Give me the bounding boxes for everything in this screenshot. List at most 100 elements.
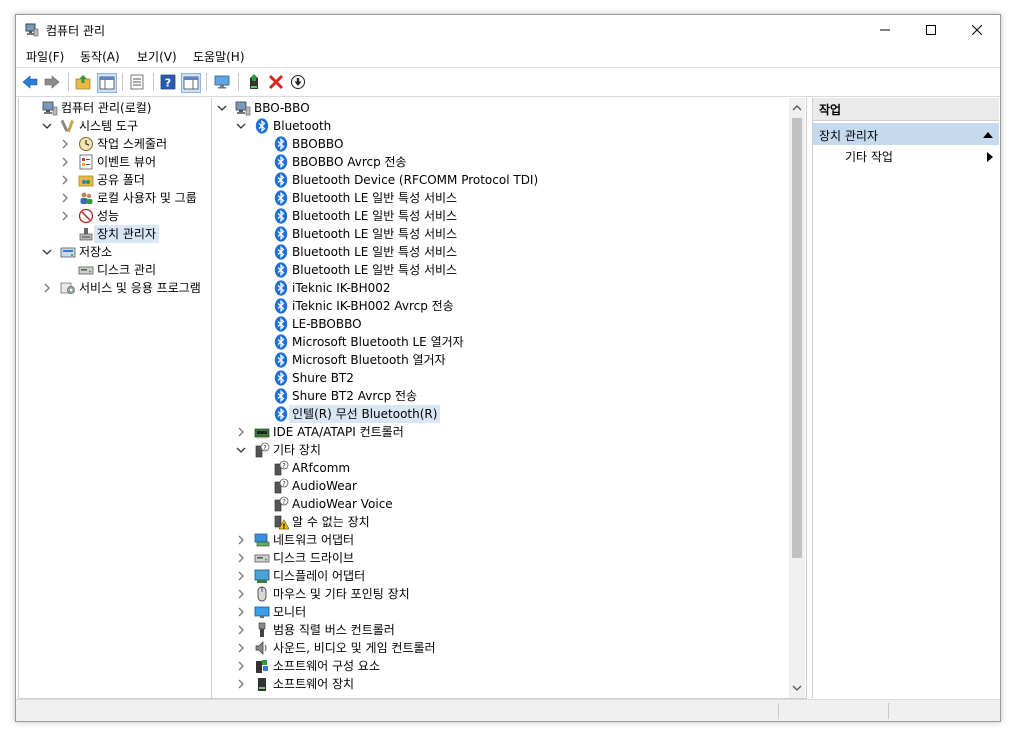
title-bar[interactable]: 컴퓨터 관리: [16, 15, 1000, 45]
device-tree-item[interactable]: BBOBBO Avrcp 전송: [255, 153, 790, 171]
device-tree-item[interactable]: iTeknic IK-BH002 Avrcp 전송: [255, 297, 790, 315]
tree-expander[interactable]: [42, 279, 52, 297]
tree-expander[interactable]: [42, 243, 52, 261]
device-tree-item[interactable]: IDE ATA/ATAPI 컨트롤러: [236, 423, 790, 441]
console-tree-item[interactable]: 장치 관리자: [60, 225, 211, 243]
actions-section-device-manager[interactable]: 장치 관리자: [813, 123, 999, 145]
device-tree-item[interactable]: Bluetooth LE 일반 특성 서비스: [255, 207, 790, 225]
properties-list-button[interactable]: [128, 73, 146, 91]
console-tree-item[interactable]: 공유 폴더: [60, 171, 211, 189]
forward-button[interactable]: [43, 73, 61, 91]
device-tree-item[interactable]: LE-BBOBBO: [255, 315, 790, 333]
chevron-down-icon[interactable]: [42, 247, 52, 257]
device-tree-item[interactable]: Bluetooth LE 일반 특성 서비스: [255, 189, 790, 207]
device-tree-item[interactable]: 사운드, 비디오 및 게임 컨트롤러: [236, 639, 790, 657]
chevron-right-icon[interactable]: [60, 157, 70, 167]
scroll-down-icon[interactable]: [789, 680, 805, 696]
chevron-right-icon[interactable]: [236, 625, 246, 635]
vertical-scrollbar[interactable]: [789, 98, 805, 698]
device-tree-item[interactable]: BBO-BBO: [217, 99, 790, 117]
device-tree-item[interactable]: Shure BT2: [255, 369, 790, 387]
tree-expander[interactable]: [60, 135, 70, 153]
tree-expander[interactable]: [60, 171, 70, 189]
tree-expander[interactable]: [236, 531, 246, 549]
chevron-right-icon[interactable]: [42, 283, 52, 293]
scroll-up-icon[interactable]: [789, 100, 805, 116]
chevron-right-icon[interactable]: [60, 139, 70, 149]
tree-expander[interactable]: [60, 189, 70, 207]
collapse-triangle-icon[interactable]: [983, 131, 993, 139]
chevron-right-icon[interactable]: [236, 427, 246, 437]
back-button[interactable]: [21, 73, 39, 91]
close-button[interactable]: [954, 15, 1000, 45]
chevron-right-icon[interactable]: [236, 553, 246, 563]
device-tree-item[interactable]: 인텔(R) 무선 Bluetooth(R): [255, 405, 790, 423]
submenu-arrow-icon[interactable]: [987, 152, 993, 162]
tree-expander[interactable]: [217, 99, 227, 117]
tree-expander[interactable]: [236, 657, 246, 675]
chevron-right-icon[interactable]: [60, 175, 70, 185]
device-tree-item[interactable]: Bluetooth LE 일반 특성 서비스: [255, 261, 790, 279]
help-button[interactable]: ?: [159, 73, 177, 91]
device-tree-item[interactable]: Bluetooth LE 일반 특성 서비스: [255, 225, 790, 243]
menu-help[interactable]: 도움말(H): [193, 48, 245, 65]
console-tree-item[interactable]: 서비스 및 응용 프로그램: [42, 279, 211, 297]
show-hide-console-tree-button[interactable]: [97, 73, 117, 93]
device-tree-item[interactable]: 디스플레이 어댑터: [236, 567, 790, 585]
device-tree-item[interactable]: iTeknic IK-BH002: [255, 279, 790, 297]
device-tree-item[interactable]: 범용 직렬 버스 컨트롤러: [236, 621, 790, 639]
chevron-down-icon[interactable]: [236, 121, 246, 131]
device-tree-item[interactable]: ? AudioWear: [255, 477, 790, 495]
chevron-right-icon[interactable]: [236, 589, 246, 599]
up-one-level-button[interactable]: [74, 73, 92, 91]
disable-device-button[interactable]: [289, 73, 307, 91]
chevron-right-icon[interactable]: [236, 679, 246, 689]
tree-expander[interactable]: [60, 207, 70, 225]
chevron-right-icon[interactable]: [236, 643, 246, 653]
scrollbar-thumb[interactable]: [792, 118, 802, 558]
show-hide-action-pane-button[interactable]: [181, 73, 201, 93]
scan-hardware-button[interactable]: [213, 73, 231, 91]
device-tree-item[interactable]: BBOBBO: [255, 135, 790, 153]
tree-expander[interactable]: [236, 117, 246, 135]
chevron-right-icon[interactable]: [236, 571, 246, 581]
console-tree-item[interactable]: 저장소: [42, 243, 211, 261]
device-tree-item[interactable]: ? ARfcomm: [255, 459, 790, 477]
device-tree-item[interactable]: Microsoft Bluetooth LE 열거자: [255, 333, 790, 351]
tree-expander[interactable]: [42, 117, 52, 135]
device-tree-item[interactable]: Bluetooth LE 일반 특성 서비스: [255, 243, 790, 261]
console-tree-item[interactable]: 로컬 사용자 및 그룹: [60, 189, 211, 207]
device-tree-item[interactable]: 네트워크 어댑터: [236, 531, 790, 549]
update-driver-button[interactable]: [245, 73, 263, 91]
console-tree-item[interactable]: 작업 스케줄러: [60, 135, 211, 153]
console-tree-item[interactable]: 시스템 도구: [42, 117, 211, 135]
device-tree-item[interactable]: Bluetooth Device (RFCOMM Protocol TDI): [255, 171, 790, 189]
maximize-button[interactable]: [908, 15, 954, 45]
chevron-down-icon[interactable]: [217, 103, 227, 113]
chevron-right-icon[interactable]: [236, 607, 246, 617]
uninstall-device-button[interactable]: [267, 73, 285, 91]
device-tree-item[interactable]: 마우스 및 기타 포인팅 장치: [236, 585, 790, 603]
chevron-right-icon[interactable]: [60, 193, 70, 203]
console-tree-item[interactable]: 성능: [60, 207, 211, 225]
tree-expander[interactable]: [60, 153, 70, 171]
console-tree-item[interactable]: 컴퓨터 관리(로컬): [24, 99, 211, 117]
chevron-right-icon[interactable]: [236, 661, 246, 671]
console-tree-item[interactable]: 이벤트 뷰어: [60, 153, 211, 171]
device-tree-item[interactable]: 소프트웨어 장치: [236, 675, 790, 693]
chevron-down-icon[interactable]: [42, 121, 52, 131]
device-tree-item[interactable]: Bluetooth: [236, 117, 790, 135]
tree-expander[interactable]: [236, 585, 246, 603]
chevron-right-icon[interactable]: [236, 535, 246, 545]
menu-view[interactable]: 보기(V): [137, 48, 177, 65]
device-tree-item[interactable]: Shure BT2 Avrcp 전송: [255, 387, 790, 405]
menu-action[interactable]: 동작(A): [80, 48, 120, 65]
minimize-button[interactable]: [862, 15, 908, 45]
chevron-right-icon[interactable]: [60, 211, 70, 221]
device-tree-item[interactable]: ? AudioWear Voice: [255, 495, 790, 513]
console-tree-item[interactable]: 디스크 관리: [60, 261, 211, 279]
tree-expander[interactable]: [236, 675, 246, 693]
device-tree-item[interactable]: 모니터: [236, 603, 790, 621]
tree-expander[interactable]: [236, 423, 246, 441]
device-tree-item[interactable]: 소프트웨어 구성 요소: [236, 657, 790, 675]
